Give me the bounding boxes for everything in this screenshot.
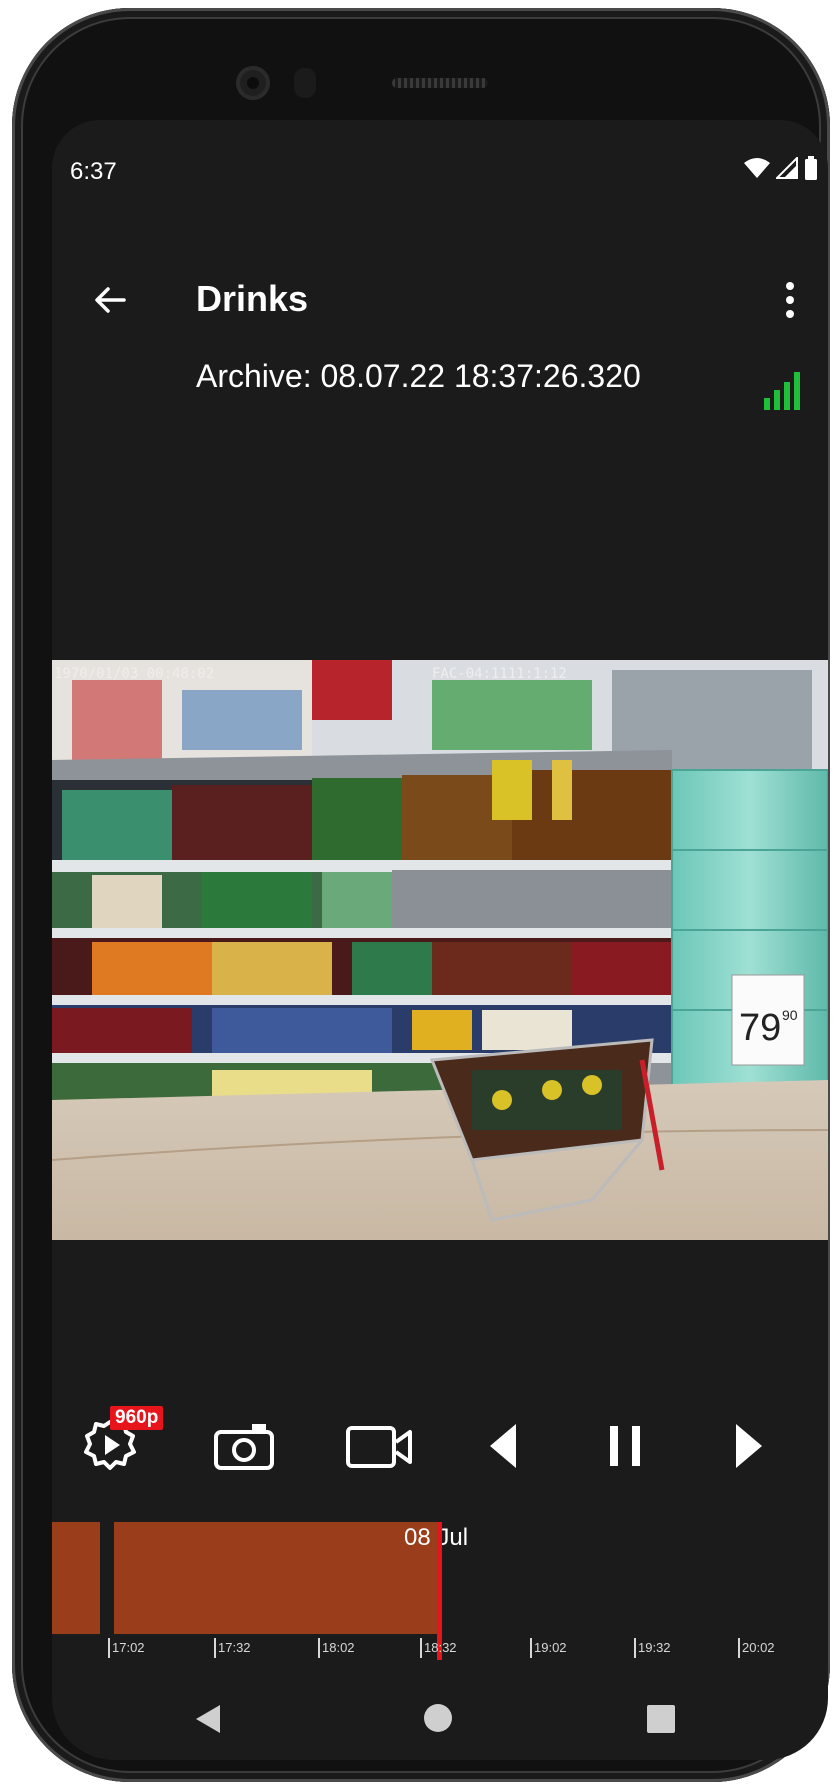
timeline-tick: 19:32 [634, 1638, 671, 1658]
shelf-row-2 [52, 870, 672, 932]
recording-segment [52, 1522, 100, 1634]
next-button[interactable] [728, 1416, 772, 1476]
timeline-tick: 17:02 [108, 1638, 145, 1658]
shelf-row-3 [52, 938, 672, 998]
navigation-bar [52, 1672, 828, 1760]
water-pallet: 79 90 [671, 769, 828, 1101]
more-options-button[interactable] [778, 278, 802, 322]
arrow-back-icon [95, 287, 126, 313]
signal-bars-icon [764, 372, 800, 410]
nav-recents-icon[interactable] [646, 1704, 676, 1734]
screen: 6:37 Drinks Archive: 08.07.22 18:37:26.3… [52, 120, 828, 1760]
phone-frame: 6:37 Drinks Archive: 08.07.22 18:37:26.3… [12, 8, 830, 1782]
status-time: 6:37 [70, 158, 117, 185]
video-frame: 79 90 [52, 660, 828, 1240]
timeline-tick: 18:02 [318, 1638, 355, 1658]
osd-channel: FAC-04:1111:1:12 [432, 666, 567, 682]
snapshot-camera-icon [214, 1424, 274, 1470]
osd-timestamp: 1970/01/03 00:48:02 [54, 666, 215, 682]
recording-segment [114, 1522, 442, 1634]
back-button[interactable] [88, 278, 132, 322]
archive-timestamp: Archive: 08.07.22 18:37:26.320 [196, 358, 641, 394]
previous-button[interactable] [482, 1416, 526, 1476]
battery-icon [805, 156, 817, 180]
record-video-icon [346, 1426, 412, 1468]
snapshot-button[interactable] [212, 1416, 276, 1476]
next-icon [736, 1424, 762, 1468]
pause-button[interactable] [604, 1416, 648, 1476]
previous-icon [490, 1424, 516, 1468]
timeline-tick: 20:02 [738, 1638, 775, 1658]
timeline-tick: 17:32 [214, 1638, 251, 1658]
nav-back-icon[interactable] [192, 1702, 224, 1736]
front-camera [236, 66, 270, 100]
timeline-tick: 18:32 [420, 1638, 457, 1658]
price-tag-cents: 90 [782, 1007, 798, 1023]
playback-controls [52, 1410, 828, 1490]
more-vert-icon [786, 282, 794, 318]
wifi-icon [744, 158, 770, 178]
price-tag-value: 79 [739, 1007, 781, 1049]
earpiece-speaker [392, 78, 488, 88]
quality-badge: 960p [110, 1406, 164, 1430]
cell-signal-icon [776, 157, 798, 179]
video-player[interactable]: 79 90 1970/01/03 00:48:02 FAC-04:1111:1:… [52, 660, 828, 1240]
record-button[interactable] [344, 1416, 416, 1476]
nav-home-icon[interactable] [422, 1702, 454, 1734]
timeline-tick: 19:02 [530, 1638, 567, 1658]
pause-icon [610, 1426, 640, 1466]
proximity-sensor [294, 68, 316, 98]
page-title: Drinks [196, 278, 309, 319]
status-icons [744, 156, 818, 180]
